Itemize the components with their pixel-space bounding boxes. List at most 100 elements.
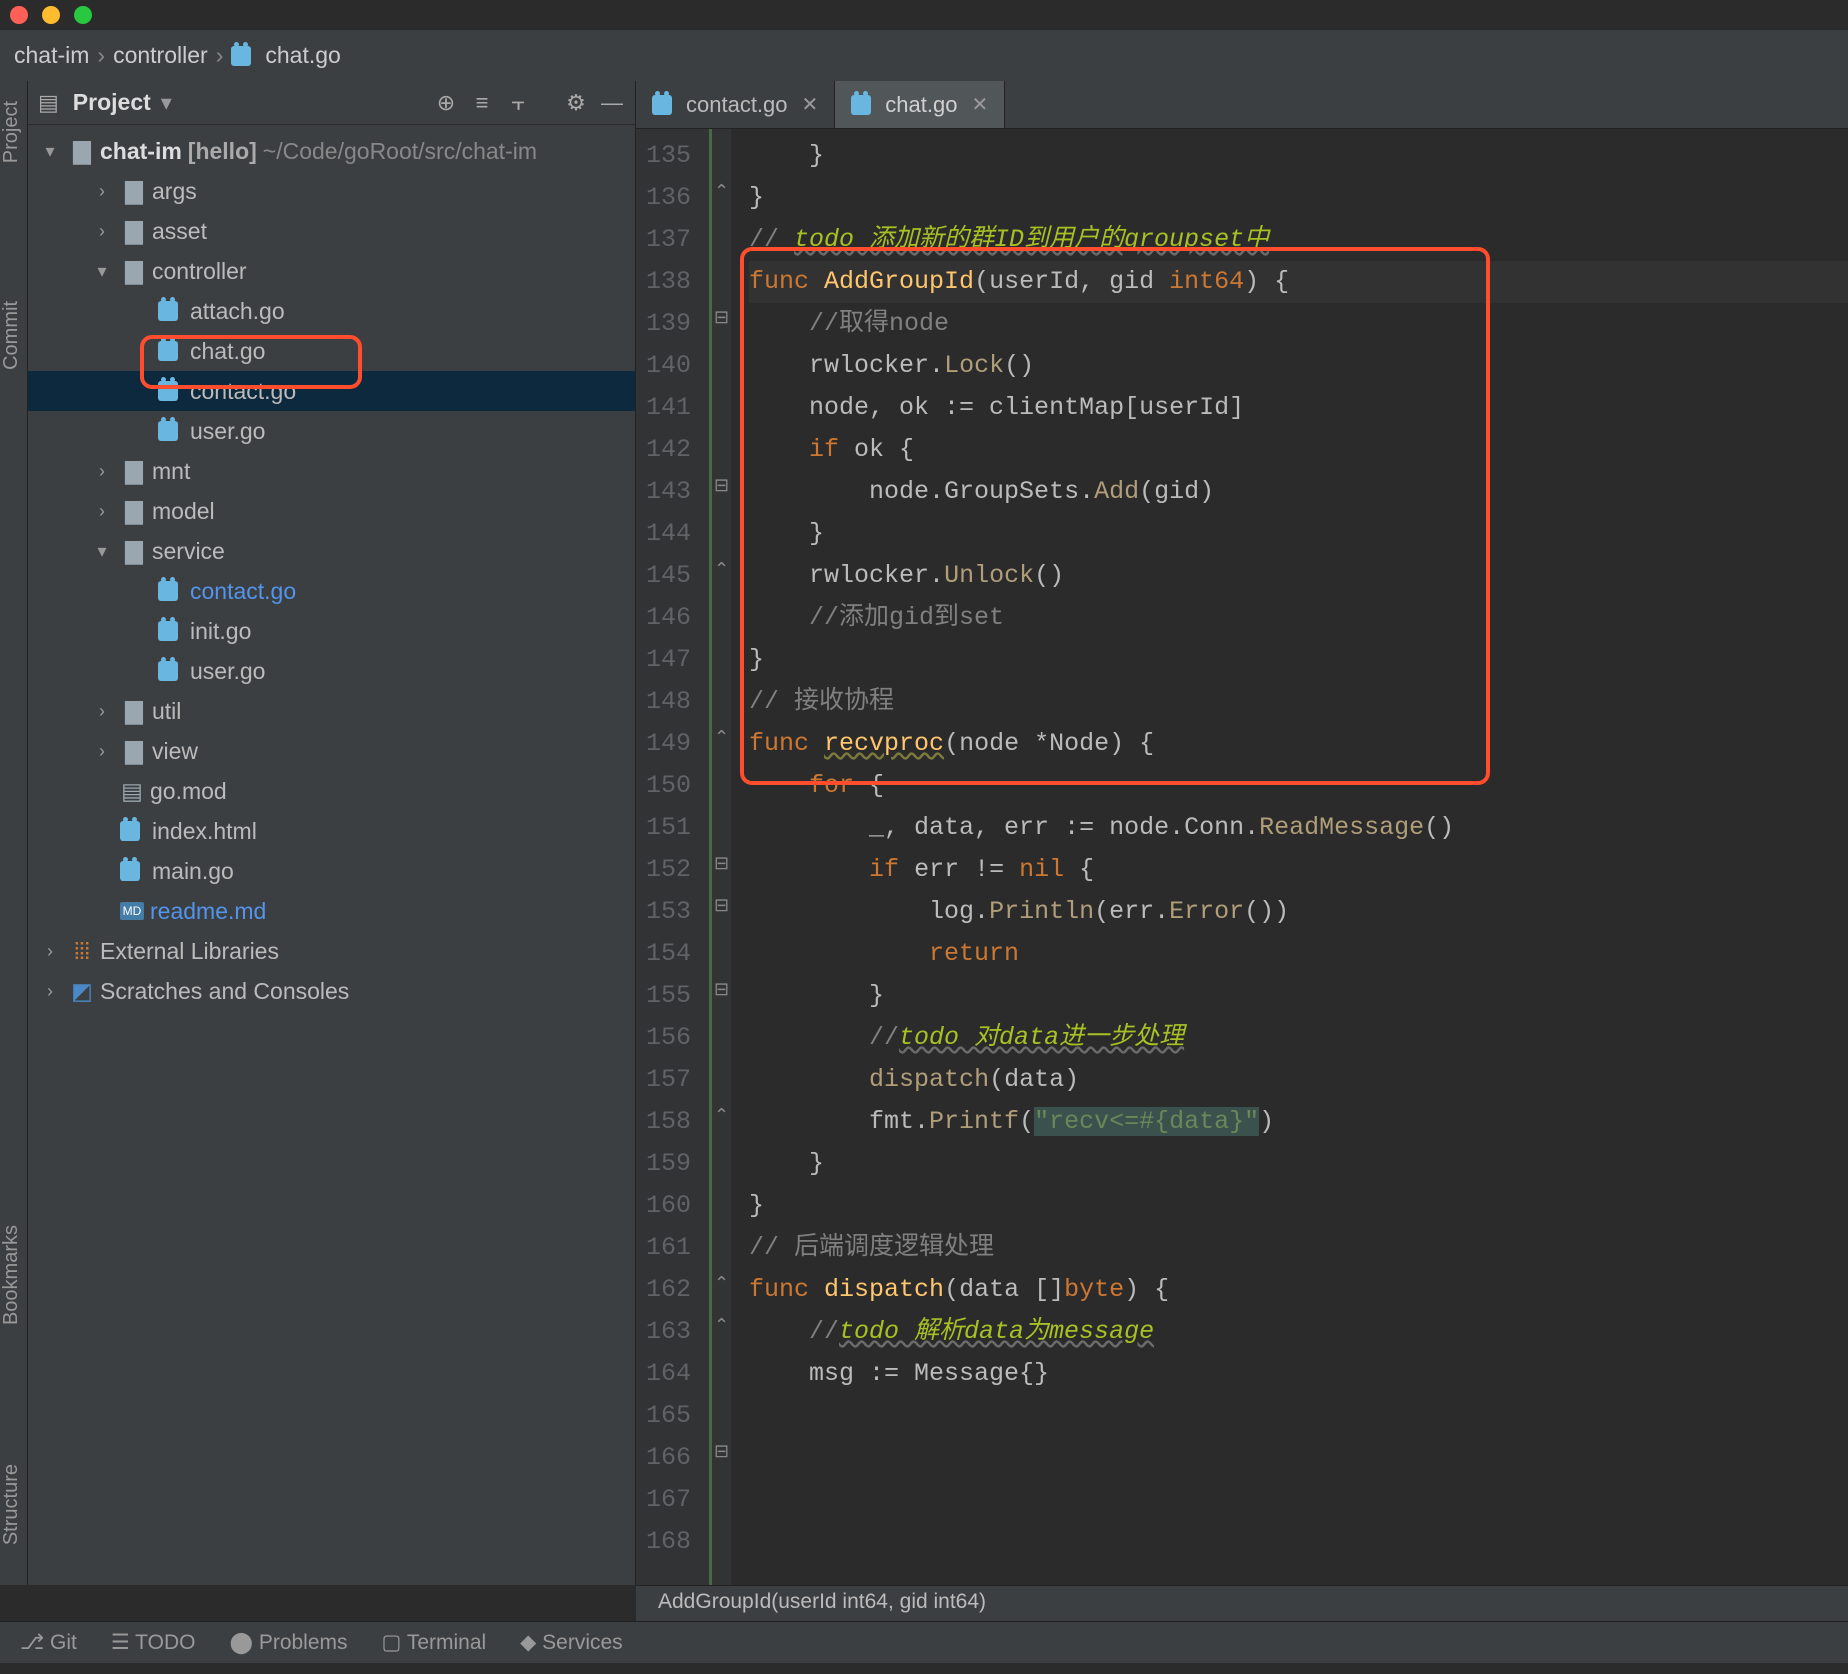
chevron-right-icon[interactable]: › <box>88 221 116 242</box>
tree-args[interactable]: › ▇args <box>28 171 635 211</box>
chevron-down-icon[interactable]: ▾ <box>88 261 116 282</box>
fold-column: ⌃⊟⊟⌃⌃⊟⊟⊟⌃⌃⌃⊟ <box>709 129 731 1585</box>
tree-label: init.go <box>190 618 251 645</box>
tree-scratch[interactable]: ›◩Scratches and Consoles <box>28 971 635 1011</box>
crumb-root[interactable]: chat-im <box>14 42 89 69</box>
folder-icon: ▇ <box>70 138 94 165</box>
window-controls <box>10 6 92 24</box>
expand-all-icon[interactable]: ≡ <box>469 90 495 116</box>
tree-label: go.mod <box>150 778 227 805</box>
tree-user[interactable]: user.go <box>28 411 635 451</box>
bottom-git[interactable]: ⎇ Git <box>20 1630 77 1655</box>
crumb-file[interactable]: chat.go <box>265 42 340 69</box>
chevron-right-icon[interactable]: › <box>88 181 116 202</box>
folder-icon: ▇ <box>122 218 146 245</box>
tree-label: readme.md <box>150 898 266 925</box>
locate-icon[interactable]: ⊕ <box>433 90 459 116</box>
editor-tabs: contact.go✕ chat.go ✕ <box>636 81 1848 129</box>
breadcrumb: chat-im › controller › chat.go <box>0 30 1848 81</box>
bottom-toolbar: ⎇ Git ☰ TODO ⬤ Problems ▢ Terminal ◆ Ser… <box>0 1621 1848 1663</box>
tree-asset[interactable]: ›▇asset <box>28 211 635 251</box>
tree-contact[interactable]: contact.go <box>28 371 635 411</box>
go-file-icon <box>158 421 178 441</box>
tree-model[interactable]: ›▇model <box>28 491 635 531</box>
go-file-icon <box>158 581 178 601</box>
tree-view[interactable]: ›▇view <box>28 731 635 771</box>
chevron-right-icon[interactable]: › <box>88 501 116 522</box>
tree-label: args <box>152 178 197 205</box>
chevron-right-icon[interactable]: › <box>88 461 116 482</box>
go-file-icon <box>158 301 178 321</box>
folder-icon: ▇ <box>122 178 146 205</box>
tree-label: contact.go <box>190 378 296 405</box>
tab-contact[interactable]: contact.go✕ <box>636 81 835 128</box>
crumb-controller[interactable]: controller <box>113 42 208 69</box>
rail-project[interactable]: Project <box>0 101 23 163</box>
max-dot[interactable] <box>74 6 92 24</box>
folder-icon: ▇ <box>122 738 146 765</box>
tree-util[interactable]: › ▇util <box>28 691 635 731</box>
folder-icon: ▇ <box>122 458 146 485</box>
bottom-services[interactable]: ◆ Services <box>520 1630 623 1655</box>
tree-svc-init[interactable]: init.go <box>28 611 635 651</box>
rail-bookmarks[interactable]: Bookmarks <box>0 1225 23 1325</box>
branch-label: [hello] <box>188 138 257 165</box>
bottom-todo[interactable]: ☰ TODO <box>111 1630 196 1655</box>
chevron-right-icon[interactable]: › <box>36 941 64 962</box>
project-panel-header: ▤ Project ▾ ⊕ ≡ ⫟ ⚙ — <box>28 81 635 125</box>
status-text: AddGroupId(userId int64, gid int64) <box>658 1590 986 1613</box>
chevron-right-icon[interactable]: › <box>36 981 64 1002</box>
gear-icon[interactable]: ⚙ <box>563 90 589 116</box>
chevron-right-icon[interactable]: › <box>88 741 116 762</box>
tree-main[interactable]: main.go <box>28 851 635 891</box>
tree-label: controller <box>152 258 247 285</box>
tree-readme[interactable]: MD readme.md <box>28 891 635 931</box>
main-layout: Project Commit Bookmarks Structure ▤ Pro… <box>0 81 1848 1585</box>
bottom-terminal[interactable]: ▢ Terminal <box>382 1630 487 1655</box>
hide-icon[interactable]: — <box>599 90 625 116</box>
tree-service[interactable]: ▾▇service <box>28 531 635 571</box>
tree-label: user.go <box>190 418 265 445</box>
go-file-icon <box>158 661 178 681</box>
tree-mnt[interactable]: ›▇mnt <box>28 451 635 491</box>
folder-icon: ▇ <box>122 698 146 725</box>
tree-label: attach.go <box>190 298 285 325</box>
tree-extlib[interactable]: ›⦙⦙⦙External Libraries <box>28 931 635 971</box>
go-file-icon <box>120 821 140 841</box>
rail-commit[interactable]: Commit <box>0 301 23 370</box>
tree-svc-user[interactable]: user.go <box>28 651 635 691</box>
close-icon[interactable]: ✕ <box>802 92 819 117</box>
code-area[interactable]: 1351361371381391401411421431441451461471… <box>636 129 1848 1585</box>
tree-index[interactable]: index.html <box>28 811 635 851</box>
md-file-icon: MD <box>120 902 144 920</box>
tree-gomod[interactable]: ▤go.mod <box>28 771 635 811</box>
chevron-down-icon[interactable]: ▾ <box>161 90 172 116</box>
tree-label: util <box>152 698 181 725</box>
tab-label: chat.go <box>885 92 957 118</box>
min-dot[interactable] <box>42 6 60 24</box>
go-file-icon <box>158 341 178 361</box>
project-sidebar: ▤ Project ▾ ⊕ ≡ ⫟ ⚙ — ▾▇ chat-im [hello]… <box>28 81 636 1585</box>
tree-controller[interactable]: ▾▇controller <box>28 251 635 291</box>
go-file-icon <box>851 95 871 115</box>
chevron-right-icon[interactable]: › <box>88 701 116 722</box>
go-file-icon <box>158 381 178 401</box>
rail-structure[interactable]: Structure <box>0 1464 23 1545</box>
file-icon: ▤ <box>120 778 144 805</box>
chevron-right-icon: › <box>97 42 105 69</box>
close-dot[interactable] <box>10 6 28 24</box>
tree-svc-contact[interactable]: contact.go <box>28 571 635 611</box>
panel-icon: ▤ <box>38 90 59 116</box>
tree-attach[interactable]: attach.go <box>28 291 635 331</box>
scratch-icon: ◩ <box>70 978 94 1005</box>
tree-root[interactable]: ▾▇ chat-im [hello] ~/Code/goRoot/src/cha… <box>28 131 635 171</box>
tab-chat[interactable]: chat.go ✕ <box>835 81 1005 128</box>
tree-label: main.go <box>152 858 234 885</box>
chevron-down-icon[interactable]: ▾ <box>36 141 64 162</box>
chevron-down-icon[interactable]: ▾ <box>88 541 116 562</box>
code-lines[interactable]: } } // todo 添加新的群ID到用户的groupset中 func Ad… <box>731 129 1848 1585</box>
collapse-all-icon[interactable]: ⫟ <box>505 90 531 116</box>
bottom-problems[interactable]: ⬤ Problems <box>229 1630 347 1655</box>
tree-chat[interactable]: chat.go <box>28 331 635 371</box>
close-icon[interactable]: ✕ <box>971 92 988 117</box>
